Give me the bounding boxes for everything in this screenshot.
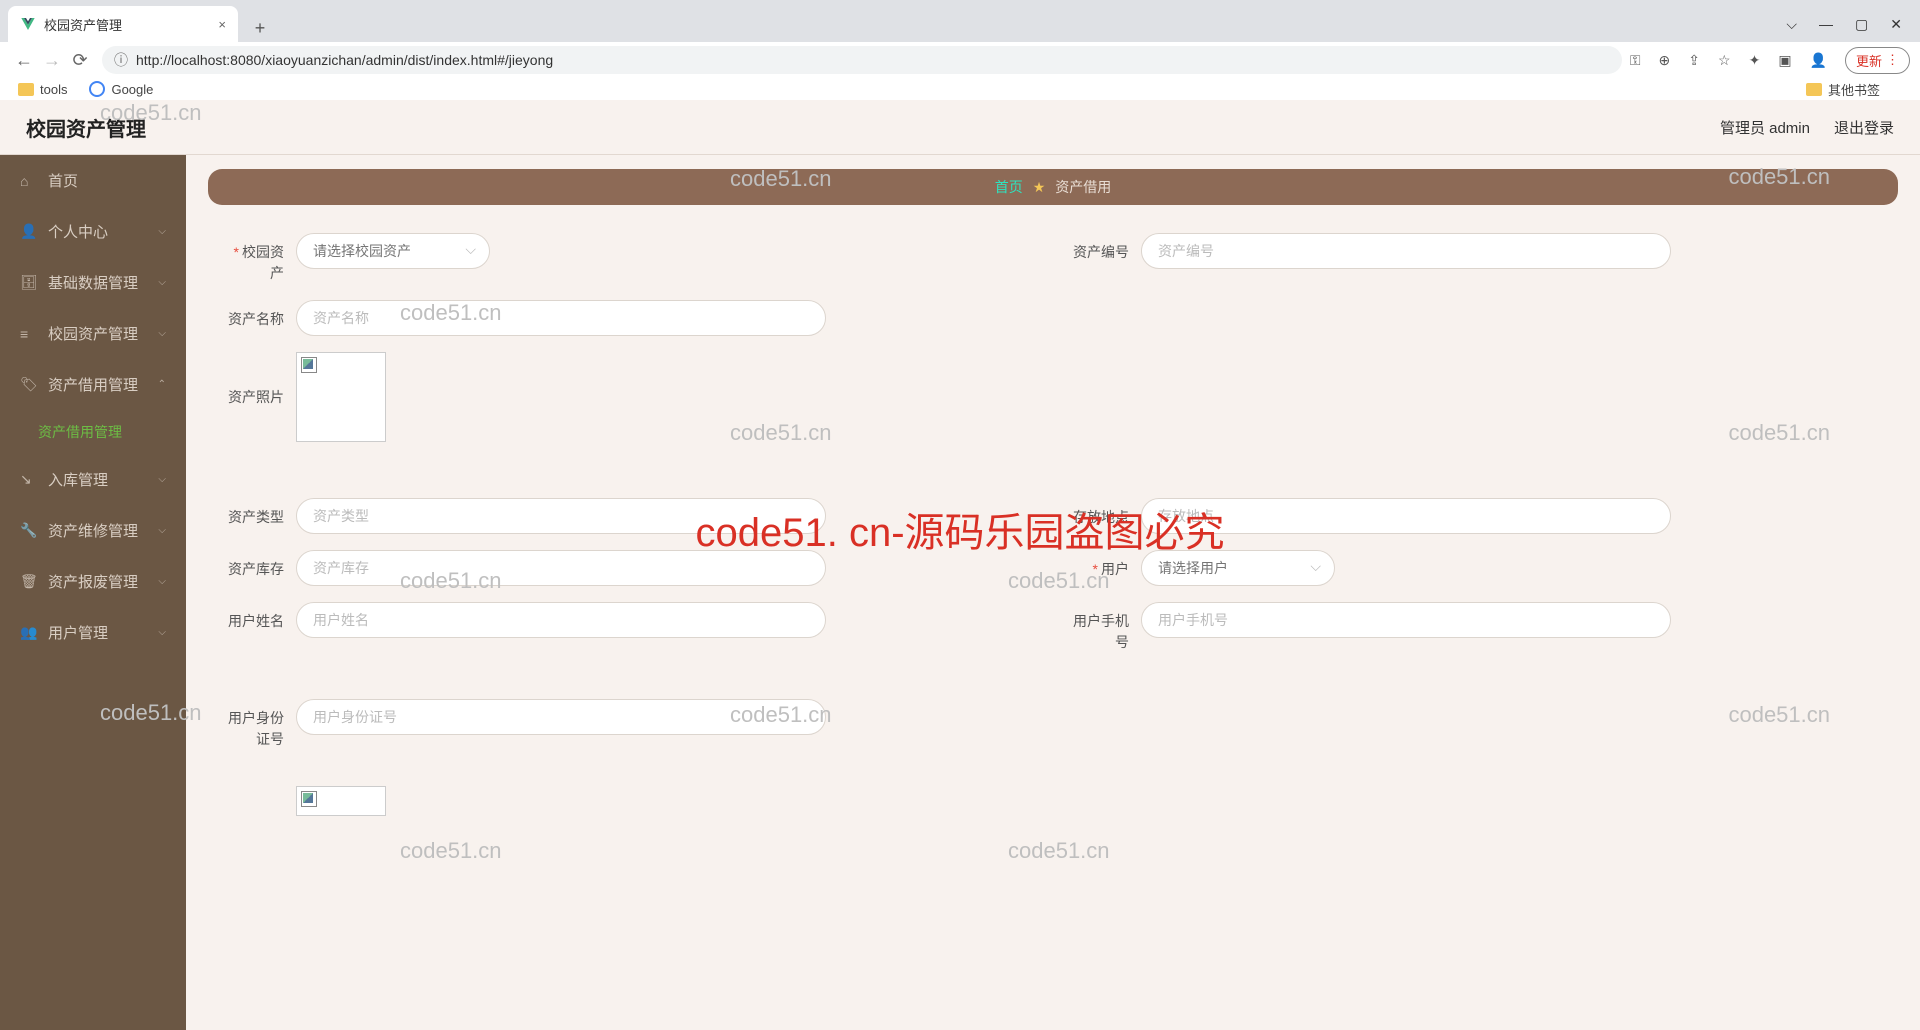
site-info-icon[interactable]: ⓘ — [114, 50, 128, 70]
url-text: http://localhost:8080/xiaoyuanzichan/adm… — [136, 52, 553, 68]
sidebar-item-repair[interactable]: 🔧资产维修管理⌵ — [0, 505, 186, 556]
sidebar-item-borrow[interactable]: 🏷资产借用管理⌃ — [0, 359, 186, 410]
folder-icon — [18, 83, 34, 96]
chevron-down-icon: ⌵ — [158, 474, 166, 485]
sidebar-item-basedata[interactable]: 🗄基础数据管理⌵ — [0, 257, 186, 308]
sidebar-item-user[interactable]: 👥用户管理⌵ — [0, 607, 186, 658]
input-store-loc[interactable] — [1141, 498, 1671, 534]
app-header: 校园资产管理 管理员 admin 退出登录 — [0, 100, 1920, 155]
browser-chrome: 校园资产管理 × + ⌵ — ▢ ✕ ← → ⟳ ⓘ http://localh… — [0, 0, 1920, 100]
second-photo-upload[interactable] — [296, 786, 386, 816]
chevron-down-icon: ⌵ — [158, 226, 166, 237]
panel-icon[interactable]: ▣ — [1778, 52, 1791, 69]
users-icon: 👥 — [20, 624, 38, 641]
tab-title: 校园资产管理 — [44, 15, 122, 34]
label-store-loc: 存放地点 — [1065, 498, 1141, 528]
input-user-idcard[interactable] — [296, 699, 826, 735]
list-icon: ≡ — [20, 326, 38, 342]
user-icon: 👤 — [20, 223, 38, 240]
sidebar-item-asset[interactable]: ≡校园资产管理⌵ — [0, 308, 186, 359]
database-icon: 🗄 — [20, 274, 38, 291]
inbox-icon: ↘ — [20, 471, 38, 488]
asset-borrow-form: *校园资产 资产编号 资产名称 资产照片 资产类型 — [208, 225, 1898, 824]
window-controls: ⌵ — ▢ ✕ — [1786, 6, 1920, 42]
label-asset-name: 资产名称 — [220, 300, 296, 330]
dropdown-icon[interactable]: ⌵ — [1786, 16, 1797, 33]
input-asset-no[interactable] — [1141, 233, 1671, 269]
tab-close-icon[interactable]: × — [218, 17, 226, 32]
chevron-down-icon: ⌵ — [158, 525, 166, 536]
star-icon: ★ — [1033, 179, 1046, 196]
close-window-icon[interactable]: ✕ — [1890, 16, 1902, 33]
browser-tab[interactable]: 校园资产管理 × — [8, 6, 238, 42]
label-campus-asset: *校园资产 — [220, 233, 296, 284]
label-asset-photo: 资产照片 — [220, 352, 296, 408]
breadcrumb-current: 资产借用 — [1055, 177, 1111, 197]
bookmark-google[interactable]: Google — [89, 81, 153, 97]
trash-icon: 🗑 — [20, 573, 38, 590]
maximize-icon[interactable]: ▢ — [1855, 16, 1868, 33]
chevron-down-icon: ⌵ — [158, 277, 166, 288]
sidebar-item-inbound[interactable]: ↘入库管理⌵ — [0, 454, 186, 505]
folder-icon — [1806, 83, 1822, 96]
minimize-icon[interactable]: — — [1819, 16, 1833, 32]
label-asset-stock: 资产库存 — [220, 550, 296, 580]
home-icon: ⌂ — [20, 173, 38, 189]
sidebar-item-profile[interactable]: 👤个人中心⌵ — [0, 206, 186, 257]
select-user[interactable] — [1141, 550, 1335, 586]
url-bar: ← → ⟳ ⓘ http://localhost:8080/xiaoyuanzi… — [0, 42, 1920, 78]
sidebar-item-home[interactable]: ⌂首页 — [0, 155, 186, 206]
sidebar-item-scrap[interactable]: 🗑资产报废管理⌵ — [0, 556, 186, 607]
back-button[interactable]: ← — [10, 50, 38, 71]
label-asset-type: 资产类型 — [220, 498, 296, 528]
input-asset-type[interactable] — [296, 498, 826, 534]
vue-favicon-icon — [20, 16, 36, 32]
forward-button[interactable]: → — [38, 50, 66, 71]
extensions-icon[interactable]: ✦ — [1749, 52, 1761, 69]
chevron-up-icon: ⌃ — [158, 379, 166, 390]
bookmark-other[interactable]: 其他书签 — [1806, 80, 1880, 99]
key-icon[interactable]: ⚿ — [1630, 52, 1641, 69]
input-user-phone[interactable] — [1141, 602, 1671, 638]
chevron-down-icon: ⌵ — [158, 627, 166, 638]
app-title: 校园资产管理 — [26, 113, 146, 142]
star-icon[interactable]: ☆ — [1718, 52, 1731, 69]
bookmarks-bar: tools Google 其他书签 — [0, 78, 1920, 100]
label-user-idcard: 用户身份证号 — [220, 699, 296, 750]
input-asset-stock[interactable] — [296, 550, 826, 586]
asset-photo-upload[interactable] — [296, 352, 386, 442]
update-button[interactable]: 更新 ⋮ — [1845, 47, 1910, 74]
share-icon[interactable]: ⇪ — [1688, 52, 1700, 69]
tab-bar: 校园资产管理 × + ⌵ — ▢ ✕ — [0, 0, 1920, 42]
logout-link[interactable]: 退出登录 — [1834, 117, 1894, 138]
profile-icon[interactable]: 👤 — [1810, 52, 1827, 69]
input-asset-name[interactable] — [296, 300, 826, 336]
main-content: 首页 ★ 资产借用 *校园资产 资产编号 资产名称 资产照片 — [186, 155, 1920, 1030]
google-icon — [89, 81, 105, 97]
zoom-icon[interactable]: ⊕ — [1659, 52, 1671, 69]
label-user-name: 用户姓名 — [220, 602, 296, 632]
label-user-phone: 用户手机号 — [1065, 602, 1141, 653]
sidebar: ⌂首页 👤个人中心⌵ 🗄基础数据管理⌵ ≡校园资产管理⌵ 🏷资产借用管理⌃ 资产… — [0, 155, 186, 1030]
reload-button[interactable]: ⟳ — [66, 50, 94, 71]
address-bar[interactable]: ⓘ http://localhost:8080/xiaoyuanzichan/a… — [102, 46, 1622, 74]
select-campus-asset[interactable] — [296, 233, 490, 269]
label-asset-no: 资产编号 — [1065, 233, 1141, 263]
sidebar-sub-borrow-manage[interactable]: 资产借用管理 — [0, 410, 186, 454]
bookmark-tools[interactable]: tools — [18, 82, 67, 97]
label-user: *用户 — [1065, 550, 1141, 580]
input-user-name[interactable] — [296, 602, 826, 638]
chevron-down-icon: ⌵ — [158, 576, 166, 587]
new-tab-button[interactable]: + — [246, 14, 274, 42]
breadcrumb-home[interactable]: 首页 — [995, 177, 1023, 197]
tag-icon: 🏷 — [20, 376, 38, 393]
wrench-icon: 🔧 — [20, 522, 38, 539]
breadcrumb: 首页 ★ 资产借用 — [208, 169, 1898, 205]
chevron-down-icon: ⌵ — [158, 328, 166, 339]
user-label[interactable]: 管理员 admin — [1720, 117, 1810, 138]
